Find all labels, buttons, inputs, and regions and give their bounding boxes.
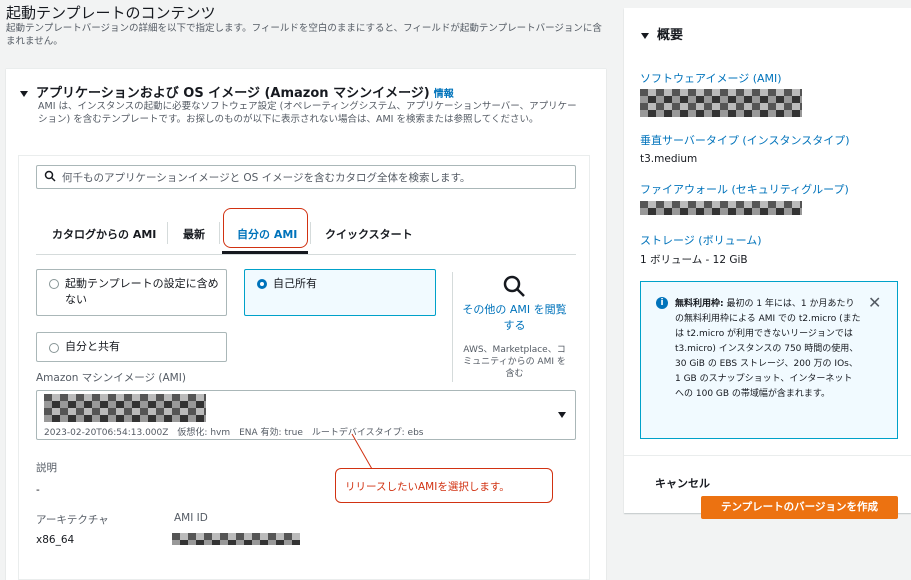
description-value: -	[36, 484, 40, 496]
cancel-button[interactable]: キャンセル	[655, 475, 710, 491]
ami-id-label: AMI ID	[174, 512, 208, 524]
summary-divider	[624, 455, 911, 456]
page-title: 起動テンプレートのコンテンツ	[6, 4, 216, 22]
redacted-ami-name	[44, 394, 206, 422]
architecture-label: アーキテクチャ	[36, 514, 109, 526]
option-not-included[interactable]: 起動テンプレートの設定に含めない	[36, 269, 227, 316]
caret-down-icon	[20, 90, 28, 97]
info-icon: i	[656, 297, 668, 309]
caret-down-icon	[641, 32, 649, 39]
summary-storage-link[interactable]: ストレージ (ボリューム)	[640, 232, 762, 248]
search-placeholder: 何千ものアプリケーションイメージと OS イメージを含むカタログ全体を検索します…	[62, 172, 471, 184]
free-tier-text: 無料利用枠: 最初の 1 年には、1 か月あたりの無料利用枠による AMI での…	[675, 297, 861, 402]
redacted-software-image	[640, 89, 802, 117]
summary-firewall-link[interactable]: ファイアウォール (セキュリティグループ)	[640, 181, 849, 197]
architecture-value: x86_64	[36, 534, 75, 546]
option-owned-label: 自己所有	[273, 277, 317, 290]
dropdown-caret-icon	[558, 412, 566, 418]
close-icon[interactable]: ✕	[868, 293, 881, 312]
tab-border	[36, 254, 576, 255]
browse-other-ami-link[interactable]: その他の AMI を閲覧する	[462, 302, 567, 334]
free-tier-bold: 無料利用枠:	[675, 299, 724, 309]
option-not-included-label: 起動テンプレートの設定に含めない	[65, 277, 219, 306]
tab-divider	[219, 222, 220, 244]
redacted-security-group	[640, 201, 802, 215]
summary-header[interactable]: 概要	[641, 24, 683, 43]
summary-instance-type-value: t3.medium	[640, 153, 698, 165]
page-description: 起動テンプレートバージョンの詳細を以下で指定します。フィールドを空白のままにする…	[6, 23, 602, 47]
description-label: 説明	[36, 462, 57, 474]
tab-divider	[167, 222, 168, 244]
section-description: AMI は、インスタンスの起動に必要なソフトウェア設定 (オペレーティングシステ…	[38, 101, 577, 125]
tab-recent[interactable]: 最新	[183, 226, 205, 242]
summary-title: 概要	[657, 28, 684, 43]
search-icon	[44, 170, 56, 182]
info-link[interactable]: 情報	[434, 89, 454, 100]
section-title: アプリケーションおよび OS イメージ (Amazon マシンイメージ)	[36, 86, 430, 101]
option-shared[interactable]: 自分と共有	[36, 332, 227, 362]
active-tab-underline	[222, 251, 308, 254]
callout-pointer	[351, 433, 386, 470]
ami-field-label: Amazon マシンイメージ (AMI)	[36, 372, 186, 384]
create-template-version-button[interactable]: テンプレートのバージョンを作成	[701, 496, 898, 519]
option-owned[interactable]: 自己所有	[244, 269, 436, 316]
radio-shared[interactable]	[49, 343, 59, 353]
redacted-ami-id	[172, 533, 300, 545]
radio-not-included[interactable]	[49, 279, 59, 289]
browse-other-ami-description: AWS、Marketplace、コミュニティからの AMI を含む	[463, 345, 566, 379]
radio-owned[interactable]	[257, 279, 267, 289]
vertical-divider	[452, 272, 453, 382]
summary-software-image-link[interactable]: ソフトウェアイメージ (AMI)	[640, 70, 782, 86]
magnifier-icon	[503, 275, 525, 297]
tab-highlight-annotation	[223, 208, 308, 248]
summary-instance-type-link[interactable]: 垂直サーバータイプ (インスタンスタイプ)	[640, 132, 850, 148]
callout-text: リリースしたいAMIを選択します。	[345, 481, 510, 493]
tab-quick-start[interactable]: クイックスタート	[325, 226, 413, 242]
tab-divider	[310, 222, 311, 244]
tab-catalog-ami[interactable]: カタログからの AMI	[52, 226, 156, 242]
option-shared-label: 自分と共有	[65, 340, 120, 353]
summary-storage-value: 1 ボリューム - 12 GiB	[640, 254, 748, 266]
section-header[interactable]: アプリケーションおよび OS イメージ (Amazon マシンイメージ) 情報	[20, 82, 454, 101]
free-tier-body: 最初の 1 年には、1 か月あたりの無料利用枠による AMI での t2.mic…	[675, 299, 861, 399]
